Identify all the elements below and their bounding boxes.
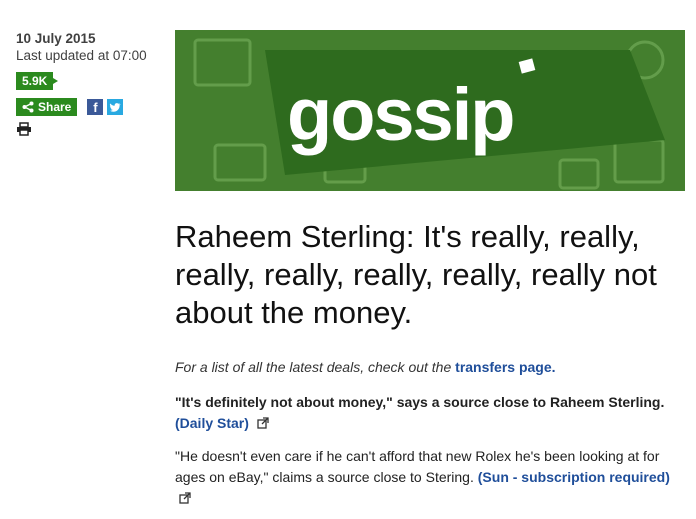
- source-link-sun[interactable]: (Sun - subscription required): [478, 469, 670, 485]
- transfers-page-link[interactable]: transfers page.: [455, 359, 555, 375]
- svg-text:gossip: gossip: [287, 73, 513, 156]
- facebook-icon[interactable]: f: [87, 99, 104, 115]
- source-link-daily-star[interactable]: (Daily Star): [175, 415, 249, 431]
- gossip-item: "He doesn't even care if he can't afford…: [175, 446, 685, 509]
- external-link-icon: [257, 417, 269, 429]
- gossip-banner-artwork: gossip: [175, 30, 685, 191]
- share-row: Share f: [16, 98, 166, 116]
- share-label: Share: [38, 100, 72, 114]
- last-updated: Last updated at 07:00: [16, 48, 147, 63]
- gossip-banner: gossip: [175, 30, 685, 191]
- publish-date: 10 July 2015: [16, 31, 96, 46]
- external-link-icon: [179, 492, 191, 504]
- article-meta: 10 July 2015 Last updated at 07:00 5.9K …: [16, 30, 166, 141]
- gossip-logo: gossip: [287, 58, 536, 156]
- transfers-intro: For a list of all the latest deals, chec…: [175, 359, 685, 375]
- print-icon[interactable]: [16, 122, 32, 136]
- share-icon: [22, 101, 34, 113]
- article-headline: Raheem Sterling: It's really, really, re…: [175, 219, 657, 330]
- intro-text: For a list of all the latest deals, chec…: [175, 359, 452, 375]
- twitter-icon[interactable]: [107, 99, 124, 115]
- share-count-badge: 5.9K: [16, 72, 59, 90]
- gossip-item: "It's definitely not about money," says …: [175, 392, 675, 434]
- gossip-text: "It's definitely not about money," says …: [175, 394, 665, 410]
- share-button[interactable]: Share: [16, 98, 78, 116]
